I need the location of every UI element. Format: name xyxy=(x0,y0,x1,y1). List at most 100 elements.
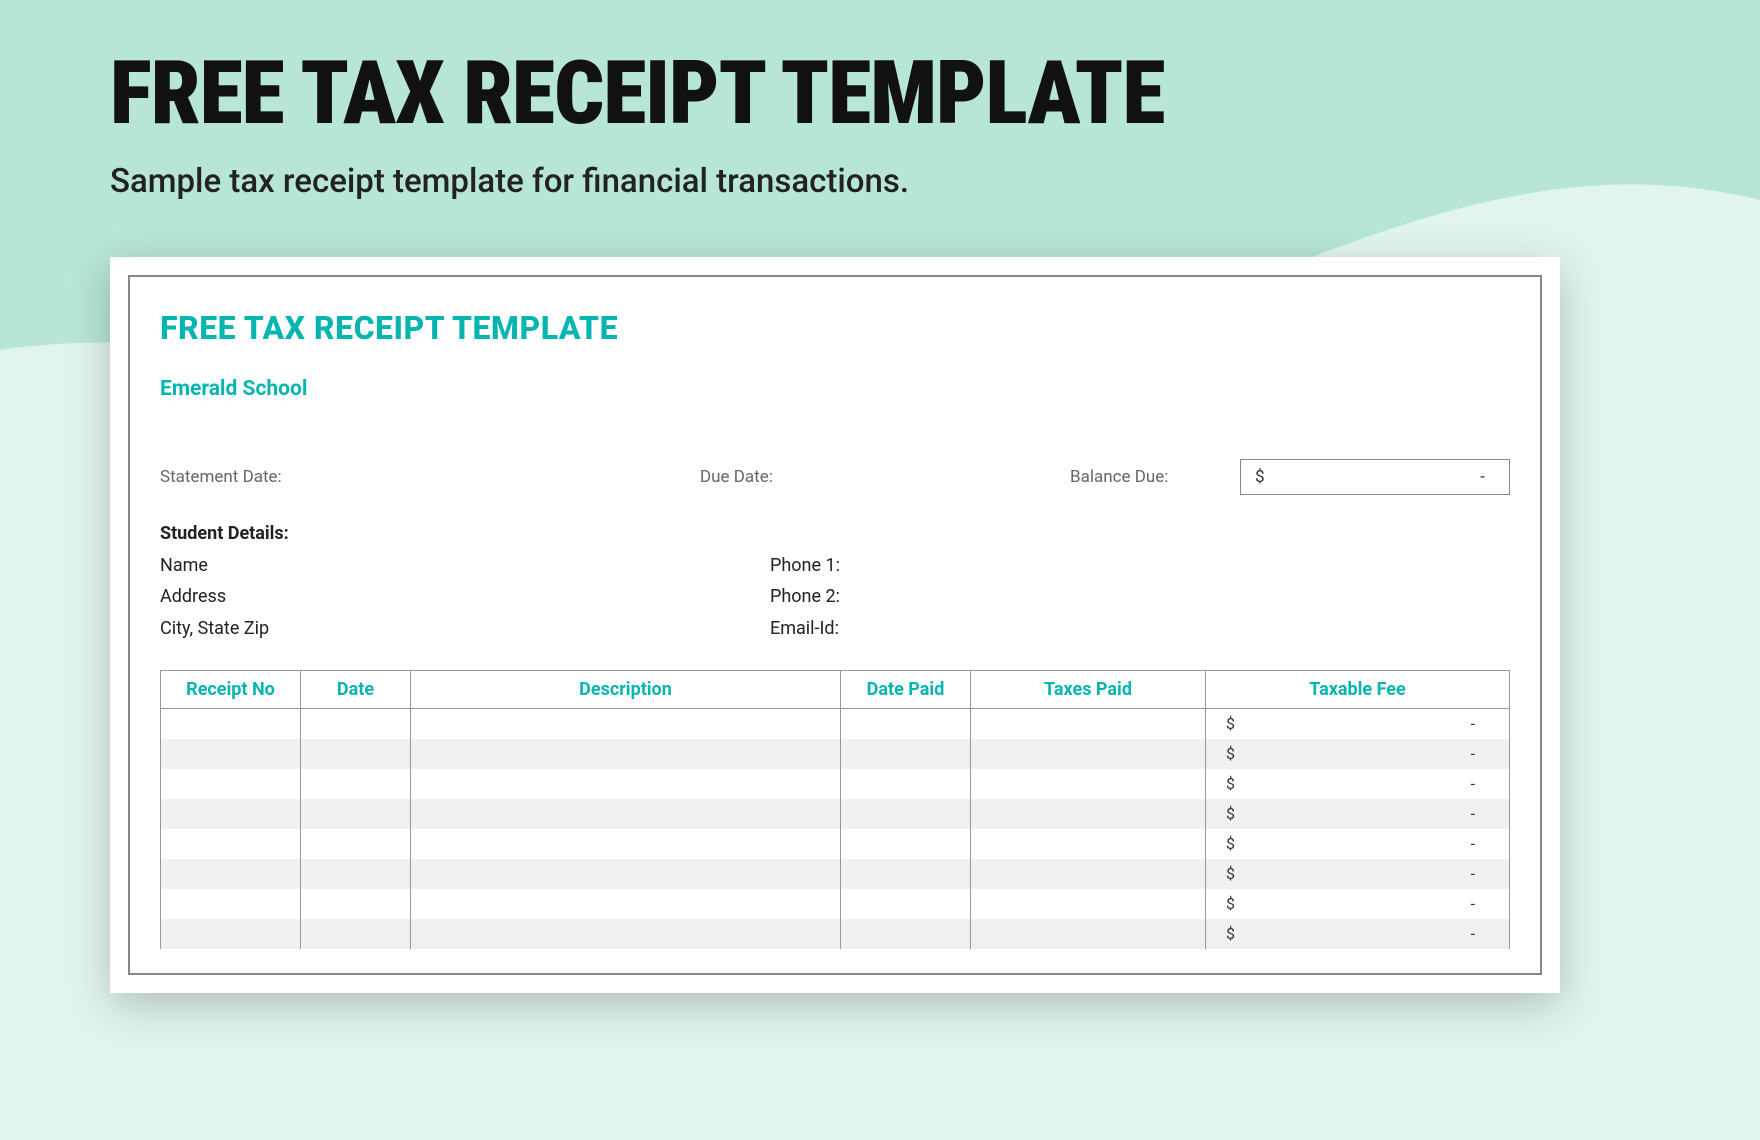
column-header-receipt-no: Receipt No xyxy=(161,671,301,709)
table-cell xyxy=(161,889,301,919)
balance-currency: $ xyxy=(1255,467,1265,487)
table-cell xyxy=(841,829,971,859)
table-cell: $- xyxy=(1206,799,1510,829)
column-header-description: Description xyxy=(411,671,841,709)
table-cell xyxy=(841,739,971,769)
student-city: City, State Zip xyxy=(160,613,770,645)
table-cell xyxy=(161,769,301,799)
table-cell xyxy=(411,709,841,739)
table-cell: $- xyxy=(1206,919,1510,949)
page-title: FREE TAX RECEIPT TEMPLATE xyxy=(110,50,1650,138)
table-cell xyxy=(841,859,971,889)
table-cell xyxy=(301,889,411,919)
student-details-heading: Student Details: xyxy=(160,523,1510,544)
table-cell xyxy=(301,799,411,829)
document-preview: FREE TAX RECEIPT TEMPLATE Emerald School… xyxy=(110,257,1650,993)
table-cell xyxy=(971,829,1206,859)
balance-value: - xyxy=(1480,467,1485,487)
table-cell xyxy=(161,799,301,829)
table-cell: $- xyxy=(1206,739,1510,769)
table-row: $- xyxy=(161,859,1510,889)
fee-value: - xyxy=(1471,894,1475,913)
student-details-left: Name Address City, State Zip xyxy=(160,550,770,645)
column-header-taxable-fee: Taxable Fee xyxy=(1206,671,1510,709)
table-cell xyxy=(971,919,1206,949)
fee-value: - xyxy=(1471,834,1475,853)
table-cell: $- xyxy=(1206,889,1510,919)
table-cell xyxy=(301,739,411,769)
table-cell xyxy=(301,709,411,739)
fee-currency: $ xyxy=(1226,744,1235,763)
receipt-table: Receipt No Date Description Date Paid Ta… xyxy=(160,670,1510,949)
fee-value: - xyxy=(1471,774,1475,793)
column-header-taxes-paid: Taxes Paid xyxy=(971,671,1206,709)
student-details: Student Details: Name Address City, Stat… xyxy=(160,523,1510,645)
table-row: $- xyxy=(161,799,1510,829)
table-row: $- xyxy=(161,769,1510,799)
table-cell: $- xyxy=(1206,829,1510,859)
fee-value: - xyxy=(1471,864,1475,883)
fee-currency: $ xyxy=(1226,924,1235,943)
table-cell xyxy=(841,709,971,739)
meta-row: Statement Date: Due Date: Balance Due: $… xyxy=(160,459,1510,495)
table-row: $- xyxy=(161,709,1510,739)
column-header-date-paid: Date Paid xyxy=(841,671,971,709)
organization-name: Emerald School xyxy=(160,377,1510,401)
fee-value: - xyxy=(1471,804,1475,823)
table-cell xyxy=(411,829,841,859)
table-cell xyxy=(301,769,411,799)
table-cell xyxy=(161,829,301,859)
table-row: $- xyxy=(161,829,1510,859)
due-date-label: Due Date: xyxy=(700,467,1070,487)
table-cell xyxy=(301,919,411,949)
table-cell xyxy=(411,799,841,829)
table-cell: $- xyxy=(1206,859,1510,889)
table-cell xyxy=(841,889,971,919)
table-cell xyxy=(161,859,301,889)
student-email: Email-Id: xyxy=(770,613,1510,645)
table-cell: $- xyxy=(1206,709,1510,739)
student-phone1: Phone 1: xyxy=(770,550,1510,582)
table-cell xyxy=(301,829,411,859)
fee-value: - xyxy=(1471,714,1475,733)
table-cell xyxy=(161,919,301,949)
student-name: Name xyxy=(160,550,770,582)
table-cell: $- xyxy=(1206,769,1510,799)
student-phone2: Phone 2: xyxy=(770,581,1510,613)
table-cell xyxy=(411,739,841,769)
table-cell xyxy=(301,859,411,889)
fee-currency: $ xyxy=(1226,804,1235,823)
table-cell xyxy=(971,769,1206,799)
fee-currency: $ xyxy=(1226,894,1235,913)
column-header-date: Date xyxy=(301,671,411,709)
fee-currency: $ xyxy=(1226,834,1235,853)
page-subtitle: Sample tax receipt template for financia… xyxy=(110,160,930,205)
document-title: FREE TAX RECEIPT TEMPLATE xyxy=(160,309,1510,347)
table-cell xyxy=(841,799,971,829)
table-cell xyxy=(161,739,301,769)
fee-value: - xyxy=(1471,924,1475,943)
table-cell xyxy=(161,709,301,739)
table-cell xyxy=(841,769,971,799)
student-details-right: Phone 1: Phone 2: Email-Id: xyxy=(770,550,1510,645)
balance-due-box: $ - xyxy=(1240,459,1510,495)
table-row: $- xyxy=(161,889,1510,919)
fee-currency: $ xyxy=(1226,714,1235,733)
table-cell xyxy=(971,799,1206,829)
table-cell xyxy=(411,889,841,919)
table-cell xyxy=(411,769,841,799)
table-cell xyxy=(411,919,841,949)
table-cell xyxy=(971,709,1206,739)
student-address: Address xyxy=(160,581,770,613)
fee-currency: $ xyxy=(1226,774,1235,793)
fee-currency: $ xyxy=(1226,864,1235,883)
table-cell xyxy=(971,859,1206,889)
table-cell xyxy=(841,919,971,949)
table-cell xyxy=(411,859,841,889)
table-cell xyxy=(971,739,1206,769)
fee-value: - xyxy=(1471,744,1475,763)
table-row: $- xyxy=(161,919,1510,949)
balance-due-label: Balance Due: xyxy=(1070,467,1240,487)
table-cell xyxy=(971,889,1206,919)
table-row: $- xyxy=(161,739,1510,769)
